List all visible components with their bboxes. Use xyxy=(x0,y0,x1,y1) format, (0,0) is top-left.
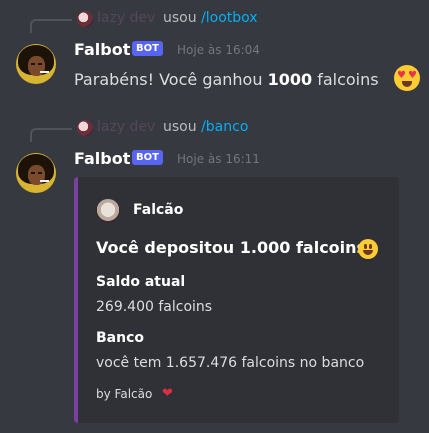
message-text-suffix: falcoins xyxy=(312,70,379,89)
reply-text[interactable]: usou /banco xyxy=(163,119,248,135)
reply-connector xyxy=(30,128,72,142)
bot-badge: BOT xyxy=(132,150,163,165)
author-username[interactable]: Falbot xyxy=(74,149,130,168)
message-timestamp[interactable]: Hoje às 16:04 xyxy=(177,43,260,57)
reply-username[interactable]: lazy dev xyxy=(97,119,155,135)
reply-text[interactable]: usou /lootbox xyxy=(163,10,258,26)
reply-avatar[interactable] xyxy=(77,11,93,27)
embed-footer: by Falcão xyxy=(96,387,153,401)
message-content: Parabéns! Você ganhou 1000 falcoins xyxy=(74,70,379,89)
embed-author-icon xyxy=(96,199,120,223)
reply-command[interactable]: /lootbox xyxy=(201,10,258,26)
reply-connector xyxy=(30,19,72,33)
reply-username[interactable]: lazy dev xyxy=(97,10,155,26)
falbot-avatar[interactable] xyxy=(16,44,56,84)
embed-author-name: Falcão xyxy=(133,202,184,218)
heart-eyes-emoji-icon[interactable]: ♥ ♥ xyxy=(394,65,420,91)
reply-action: usou xyxy=(163,10,197,26)
reply-command[interactable]: /banco xyxy=(201,119,248,135)
heart-icon: ❤ xyxy=(162,386,173,401)
message-amount: 1000 xyxy=(267,70,313,89)
author-username[interactable]: Falbot xyxy=(74,40,130,59)
field-name-banco: Banco xyxy=(96,330,145,346)
field-value-saldo: 269.400 falcoins xyxy=(96,299,213,315)
falbot-avatar[interactable] xyxy=(16,153,56,193)
field-value-banco: você tem 1.657.476 falcoins no banco xyxy=(96,355,365,371)
reply-avatar[interactable] xyxy=(77,120,93,136)
message-timestamp[interactable]: Hoje às 16:11 xyxy=(177,152,260,166)
message-text: Parabéns! Você ganhou xyxy=(74,70,268,89)
bot-badge: BOT xyxy=(132,41,163,56)
reply-action: usou xyxy=(163,119,197,135)
embed-title: Você depositou 1.000 falcoins xyxy=(96,238,367,257)
smiley-emoji-icon xyxy=(358,239,378,259)
field-name-saldo: Saldo atual xyxy=(96,274,186,290)
bank-embed: Falcão Você depositou 1.000 falcoins Sal… xyxy=(74,177,399,423)
